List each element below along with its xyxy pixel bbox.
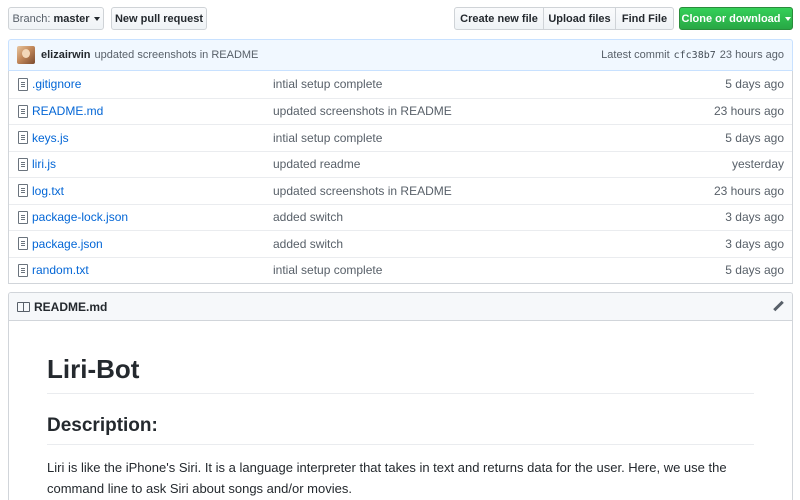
file-row: log.txt updated screenshots in README 23… — [9, 177, 792, 204]
file-commit-message[interactable]: updated screenshots in README — [273, 104, 452, 118]
file-name-link[interactable]: keys.js — [32, 131, 69, 145]
file-name-link[interactable]: .gitignore — [32, 77, 81, 91]
latest-commit-label: Latest commit — [601, 49, 670, 61]
file-actions-group: Create new file Upload files Find File — [454, 7, 674, 30]
file-row: liri.js updated readme yesterday — [9, 150, 792, 178]
readme-section-heading: Description: — [47, 414, 754, 445]
file-icon — [18, 184, 28, 198]
clone-or-download-button[interactable]: Clone or download — [679, 7, 793, 30]
file-age: yesterday — [731, 157, 784, 172]
book-icon — [17, 301, 30, 312]
file-commit-message[interactable]: updated screenshots in README — [273, 184, 452, 198]
file-row: package-lock.json added switch 3 days ag… — [9, 203, 792, 231]
file-commit-message[interactable]: updated readme — [273, 157, 360, 171]
file-commit-message[interactable]: intial setup complete — [273, 77, 382, 91]
readme-panel: README.md Liri-Bot Description: Liri is … — [8, 292, 793, 500]
file-icon — [18, 237, 28, 251]
readme-title: Liri-Bot — [47, 321, 754, 394]
file-name-link[interactable]: log.txt — [32, 184, 64, 198]
commit-author[interactable]: elizairwin — [41, 49, 91, 61]
file-row: package.json added switch 3 days ago — [9, 230, 792, 257]
create-new-file-button[interactable]: Create new file — [454, 7, 544, 30]
chevron-down-icon — [93, 16, 100, 21]
file-name-link[interactable]: random.txt — [32, 263, 89, 277]
avatar[interactable] — [17, 46, 35, 64]
readme-body: Liri-Bot Description: Liri is like the i… — [9, 321, 792, 499]
branch-select-button[interactable]: Branch: master — [8, 7, 104, 30]
readme-filename: README.md — [34, 299, 108, 314]
commit-age: 23 hours ago — [719, 49, 784, 61]
branch-prefix-label: Branch: — [12, 12, 51, 25]
file-list: .gitignore intial setup complete 5 days … — [8, 71, 793, 284]
new-pull-request-button[interactable]: New pull request — [111, 7, 207, 30]
latest-commit-bar: elizairwin updated screenshots in README… — [8, 39, 793, 71]
find-file-button[interactable]: Find File — [615, 7, 674, 30]
file-icon — [18, 157, 28, 171]
file-icon — [18, 131, 28, 145]
file-icon — [18, 77, 28, 91]
file-name-link[interactable]: package-lock.json — [32, 210, 128, 224]
clone-or-download-label: Clone or download — [681, 12, 781, 25]
file-age: 23 hours ago — [713, 104, 784, 119]
file-age: 3 days ago — [725, 210, 784, 225]
chevron-down-icon — [784, 16, 791, 21]
file-commit-message[interactable]: added switch — [273, 210, 343, 224]
file-row: keys.js intial setup complete 5 days ago — [9, 124, 792, 151]
branch-name: master — [53, 12, 90, 25]
readme-description: Liri is like the iPhone's Siri. It is a … — [47, 460, 727, 496]
upload-files-button[interactable]: Upload files — [543, 7, 616, 30]
readme-header: README.md — [9, 293, 792, 321]
file-age: 5 days ago — [725, 263, 784, 278]
file-commit-message[interactable]: intial setup complete — [273, 131, 382, 145]
file-row: random.txt intial setup complete 5 days … — [9, 256, 792, 284]
file-row: .gitignore intial setup complete 5 days … — [9, 71, 792, 98]
file-icon — [18, 210, 28, 224]
file-name-link[interactable]: README.md — [32, 104, 103, 118]
file-age: 23 hours ago — [713, 183, 784, 198]
file-name-link[interactable]: package.json — [32, 237, 103, 251]
file-commit-message[interactable]: intial setup complete — [273, 263, 382, 277]
file-icon — [18, 104, 28, 118]
file-age: 5 days ago — [725, 77, 784, 92]
commit-sha-link[interactable]: cfc38b7 — [674, 50, 716, 61]
commit-meta: Latest commit cfc38b7 23 hours ago — [601, 49, 784, 61]
file-row: README.md updated screenshots in README … — [9, 97, 792, 125]
file-icon — [18, 263, 28, 277]
file-name-link[interactable]: liri.js — [32, 157, 56, 171]
file-age: 5 days ago — [725, 130, 784, 145]
file-age: 3 days ago — [725, 236, 784, 251]
pencil-icon[interactable] — [773, 301, 784, 312]
file-commit-message[interactable]: added switch — [273, 237, 343, 251]
commit-message[interactable]: updated screenshots in README — [95, 49, 259, 61]
